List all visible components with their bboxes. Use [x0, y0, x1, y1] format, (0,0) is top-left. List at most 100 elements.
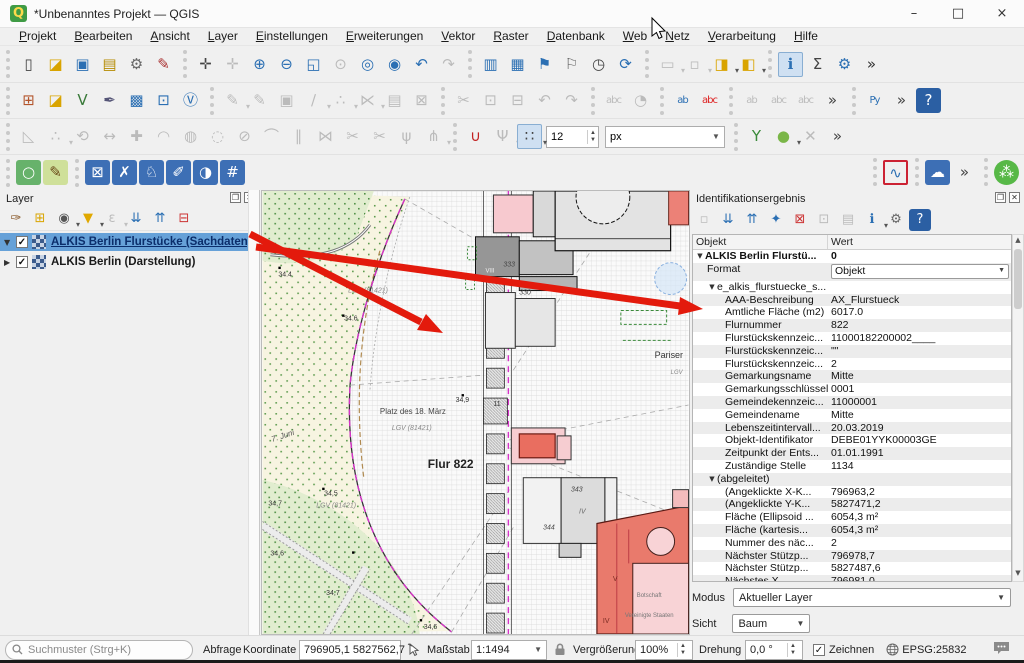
clear-results-icon[interactable]: ⊠ — [789, 209, 811, 231]
menu-raster[interactable]: Raster — [484, 28, 537, 46]
identify-row[interactable]: ▼(abgeleitet) — [693, 473, 1011, 486]
identify-row[interactable]: GemeindenameMitte — [693, 409, 1011, 422]
menu-web[interactable]: Web — [614, 28, 656, 46]
menu-projekt[interactable]: Projekt — [10, 28, 65, 46]
zoom-to-layer-icon[interactable]: ◎ — [355, 52, 380, 77]
identify-row[interactable]: Flurstückskennzeic...11000182200002____ — [693, 332, 1011, 345]
identify-results-table[interactable]: Objekt Wert ▼ALKIS Berlin Flurstü...0For… — [692, 234, 1012, 582]
processing-toolbox-icon[interactable]: ⚙ — [832, 52, 857, 77]
tolerance-mode-icon[interactable]: ∷▾ — [517, 124, 542, 149]
layout-manager-icon[interactable]: ⚙ — [124, 52, 149, 77]
mode-select[interactable]: Aktueller Layer▼ — [733, 588, 1011, 607]
pan-map-icon[interactable]: ✛ — [193, 52, 218, 77]
scrollbar-thumb[interactable] — [1014, 249, 1022, 309]
identify-row[interactable]: Fläche (Ellipsoid ...6054,3 m² — [693, 511, 1011, 524]
identify-features-icon[interactable]: ℹ — [778, 52, 803, 77]
scroll-up-icon[interactable]: ▲ — [1013, 236, 1023, 247]
zoom-last-icon[interactable]: ↶ — [409, 52, 434, 77]
identify-row[interactable]: Nächstes X796981,0 — [693, 575, 1011, 582]
menu-netz[interactable]: Netz — [656, 28, 699, 46]
manage-map-themes-icon[interactable]: ◉▾ — [53, 208, 75, 230]
lock-scale-icon[interactable] — [554, 643, 566, 656]
view-select[interactable]: Baum▼ — [732, 614, 810, 633]
new-project-icon[interactable]: ▯ — [16, 52, 41, 77]
quickmapservices-icon[interactable]: ✎ — [43, 160, 68, 185]
layer-item-1[interactable]: ▶✓ALKIS Berlin (Darstellung) — [0, 253, 259, 271]
identify-row[interactable]: FormatObjekt▼ — [693, 263, 1011, 281]
identify-row[interactable]: AAA-BeschreibungAX_Flurstueck — [693, 294, 1011, 307]
avoid-overlap-icon[interactable]: ●▾ — [771, 124, 796, 149]
layer-checkbox[interactable]: ✓ — [16, 256, 28, 268]
plugin-error-inspector-icon[interactable]: ✗ — [112, 160, 137, 185]
identify-row[interactable]: Nächster Stützp...5827487,6 — [693, 562, 1011, 575]
collapse-tree-icon[interactable]: ⇈ — [741, 209, 763, 231]
share-plugin-icon[interactable]: ⁂ — [994, 160, 1019, 185]
refresh-map-icon[interactable]: ⟳ — [613, 52, 638, 77]
layer-panel-float-button[interactable]: ❐ — [230, 192, 241, 203]
identify-row[interactable]: Amtliche Fläche (m2)6017.0 — [693, 306, 1011, 319]
identify-panel-float-button[interactable]: ❐ — [995, 192, 1006, 203]
identify-row[interactable]: (Angeklickte Y-K...5827471,2 — [693, 498, 1011, 511]
menu-erweiterungen[interactable]: Erweiterungen — [337, 28, 432, 46]
identify-row[interactable]: Flurnummer822 — [693, 319, 1011, 332]
identify-row[interactable]: Nächster Stützp...796978,7 — [693, 550, 1011, 563]
extents-toggle-icon[interactable] — [407, 643, 421, 657]
help-contents-icon[interactable]: ? — [916, 88, 941, 113]
identify-panel-close-button[interactable]: ✕ — [1009, 192, 1020, 203]
crs-status[interactable]: EPSG:25832 — [886, 643, 966, 656]
identify-row[interactable]: Fläche (kartesis...6054,3 m² — [693, 524, 1011, 537]
ors-tools-icon[interactable]: ∿ — [883, 160, 908, 185]
tree-expander-icon[interactable]: ▼ — [695, 250, 705, 263]
zoom-out-icon[interactable]: ⊖ — [274, 52, 299, 77]
plugin-color-picker-icon[interactable]: ✐ — [166, 160, 191, 185]
layer-panel-scrollbar[interactable] — [248, 190, 259, 635]
locator-search[interactable]: Suchmuster (Strg+K) — [5, 640, 193, 660]
identify-row[interactable]: Zuständige Stelle1134 — [693, 460, 1011, 473]
menu-bearbeiten[interactable]: Bearbeiten — [65, 28, 141, 46]
new-map-view-icon[interactable]: ▥ — [478, 52, 503, 77]
map-canvas[interactable]: 7. Juni34.434.6LGV (81421)34,5LGV (81421… — [261, 190, 690, 635]
identify-table-scrollbar[interactable]: ▲ ▼ — [1012, 234, 1024, 582]
identify-row[interactable]: ▼e_alkis_flurstuecke_s... — [693, 281, 1011, 294]
identify-row[interactable]: Gemarkungsschlüssel0001 — [693, 383, 1011, 396]
identify-row[interactable]: GemarkungsnameMitte — [693, 370, 1011, 383]
statistics-icon[interactable]: Σ — [805, 52, 830, 77]
zoom-full-icon[interactable]: ◱ — [301, 52, 326, 77]
plugin-raster-blend-icon[interactable]: ◑ — [193, 160, 218, 185]
filter-legend-icon[interactable]: ▼▾ — [77, 208, 99, 230]
identify-row[interactable]: Zeitpunkt der Ents...01.01.1991 — [693, 447, 1011, 460]
snapping-overflow-icon[interactable]: » — [825, 124, 850, 149]
labeling-toolbar-icon[interactable]: ab — [670, 88, 695, 113]
open-project-icon[interactable]: ◪ — [43, 52, 68, 77]
show-bookmarks-icon[interactable]: ⚐ — [559, 52, 584, 77]
cloud-overflow-icon[interactable]: » — [952, 160, 977, 185]
identify-help-icon[interactable]: ? — [909, 209, 931, 231]
new-spatial-bookmark-icon[interactable]: ⚑ — [532, 52, 557, 77]
collapse-all-icon[interactable]: ⇈ — [149, 208, 171, 230]
layer-item-0[interactable]: ▼✓ALKIS Berlin Flurstücke (Sachdaten) — [0, 233, 259, 251]
messages-button[interactable] — [993, 641, 1010, 658]
menu-einstellungen[interactable]: Einstellungen — [247, 28, 337, 46]
menu-datenbank[interactable]: Datenbank — [538, 28, 614, 46]
add-vector-layer-icon[interactable]: V — [70, 88, 95, 113]
add-group-icon[interactable]: ⊞ — [29, 208, 51, 230]
new-3d-map-view-icon[interactable]: ▦ — [505, 52, 530, 77]
menu-verarbeitung[interactable]: Verarbeitung — [699, 28, 785, 46]
menu-ansicht[interactable]: Ansicht — [141, 28, 198, 46]
add-virtual-layer-icon[interactable]: Ⓥ — [178, 88, 203, 113]
osm-place-search-icon[interactable]: ○ — [16, 160, 41, 185]
symbol-size-spinner[interactable]: 12▲▼ — [546, 126, 599, 148]
plugin-layers-clear-icon[interactable]: ⊠ — [85, 160, 110, 185]
identify-row[interactable]: Flurstückskennzeic...2 — [693, 358, 1011, 371]
select-by-location-icon[interactable]: ◧▾ — [736, 52, 761, 77]
layer-checkbox[interactable]: ✓ — [16, 236, 28, 248]
snapping-toggle-icon[interactable]: ∪ — [463, 124, 488, 149]
tree-expander-icon[interactable]: ▼ — [707, 473, 717, 486]
zoom-in-icon[interactable]: ⊕ — [247, 52, 272, 77]
unit-combobox[interactable]: px▼ — [605, 126, 725, 148]
format-combobox[interactable]: Objekt▼ — [831, 264, 1009, 279]
render-checkbox[interactable]: ✓ — [813, 644, 825, 656]
data-source-manager-icon[interactable]: ⊞ — [16, 88, 41, 113]
zoom-native-icon[interactable]: ◉ — [382, 52, 407, 77]
rotation-spinbox[interactable]: 0,0 °▲▼ — [745, 640, 803, 660]
